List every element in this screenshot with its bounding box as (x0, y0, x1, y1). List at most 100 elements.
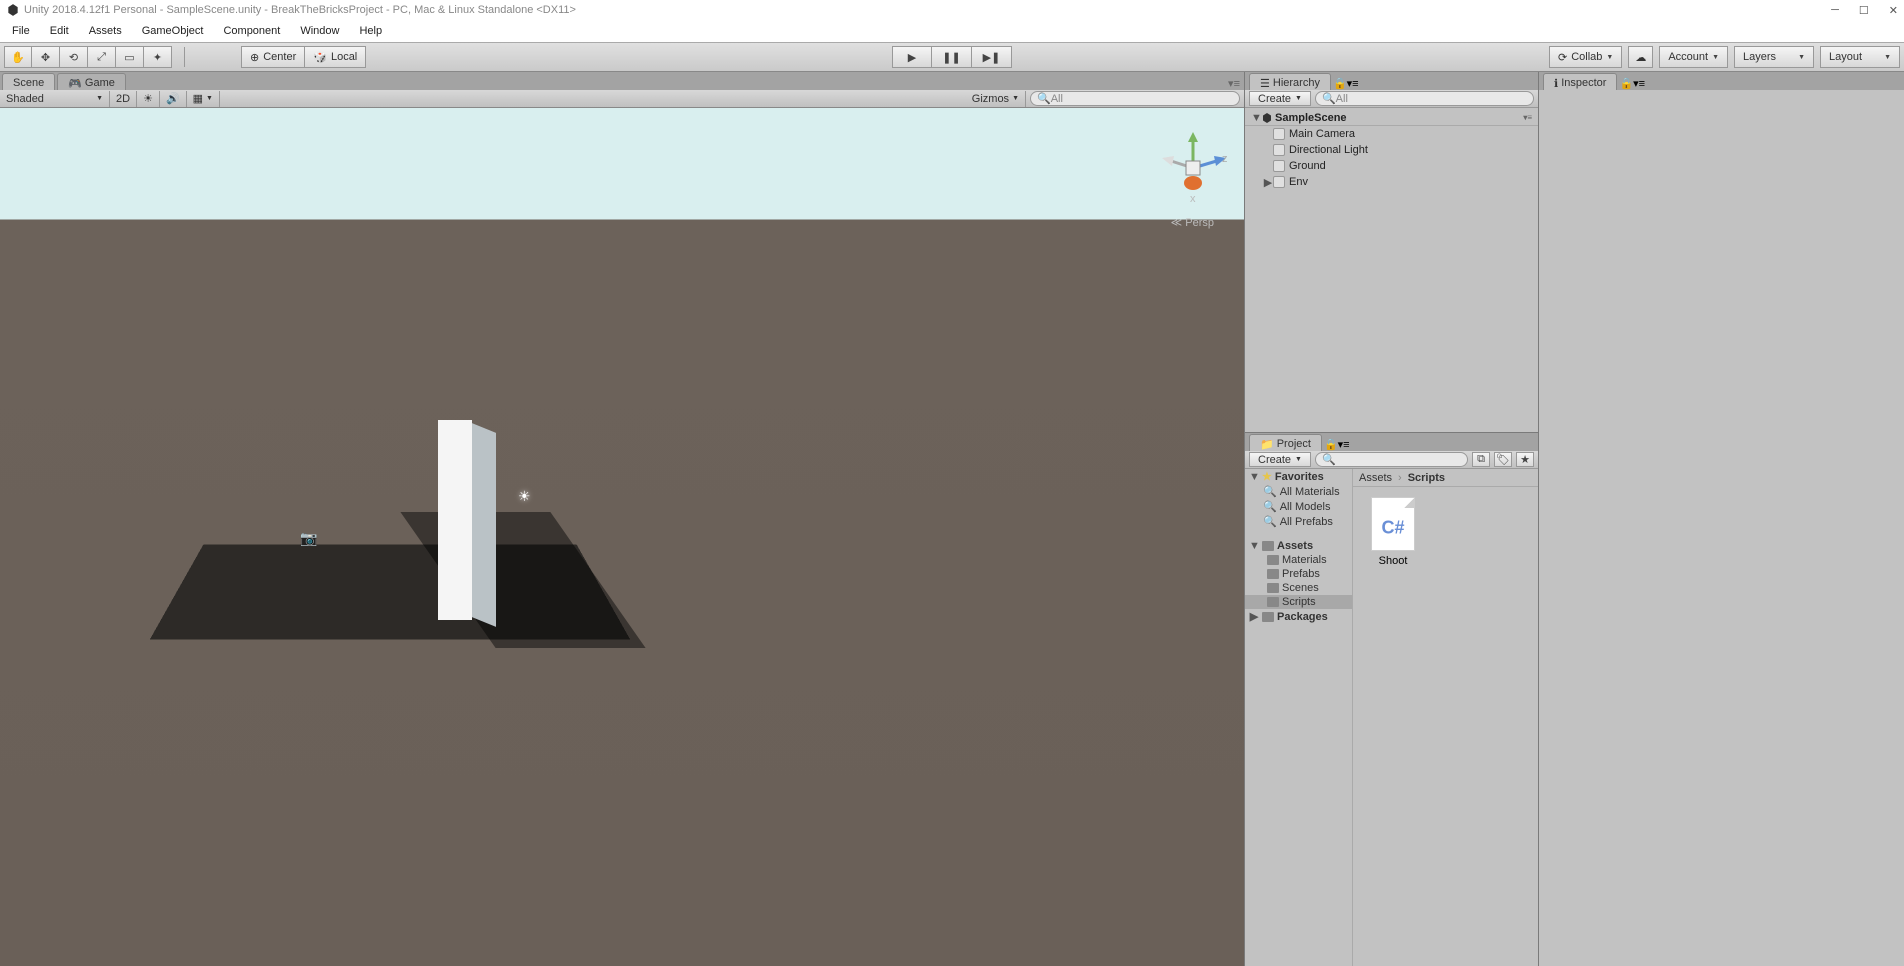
hierarchy-create-dropdown[interactable]: Create▼ (1249, 91, 1311, 106)
favorites-header[interactable]: ▼★Favorites (1245, 469, 1352, 484)
assets-header[interactable]: ▼Assets (1245, 539, 1352, 553)
scale-tool-button[interactable]: ⤢ (88, 46, 116, 68)
panel-lock-icon[interactable]: 🔒 (1333, 78, 1347, 90)
asset-label: Shoot (1363, 555, 1423, 567)
scene-menu-icon[interactable]: ▾≡ (1523, 113, 1532, 122)
packages-header[interactable]: ▶Packages (1245, 609, 1352, 624)
favorite-item[interactable]: 🔍All Materials (1245, 484, 1352, 499)
account-dropdown[interactable]: Account▼ (1659, 46, 1728, 68)
tab-game[interactable]: 🎮Game (57, 73, 126, 90)
foldout-icon[interactable]: ▶ (1263, 176, 1273, 189)
project-filter-icon[interactable]: ⧉ (1472, 452, 1490, 467)
search-icon: 🔍 (1263, 500, 1277, 513)
project-tree: ▼★Favorites 🔍All Materials 🔍All Models 🔍… (1245, 469, 1353, 966)
folder-icon (1262, 612, 1274, 622)
move-tool-button[interactable]: ✥ (32, 46, 60, 68)
scene-search-input[interactable]: 🔍All (1030, 91, 1240, 106)
svg-text:z: z (1222, 153, 1228, 165)
orientation-gizmo[interactable]: z x (1158, 128, 1228, 218)
project-create-dropdown[interactable]: Create▼ (1249, 452, 1311, 467)
collab-icon: ⟳ (1558, 51, 1567, 64)
folder-item-selected[interactable]: Scripts (1245, 595, 1352, 609)
hierarchy-item[interactable]: Ground (1245, 158, 1538, 174)
menu-assets[interactable]: Assets (79, 23, 132, 39)
hierarchy-item[interactable]: Main Camera (1245, 126, 1538, 142)
tab-options-icon[interactable]: ▾≡ (1228, 77, 1240, 90)
project-search-input[interactable]: 🔍 (1315, 452, 1468, 467)
main-toolbar: ✋ ✥ ⟲ ⤢ ▭ ✦ ⊕Center 🎲Local ▶ ❚❚ ▶❚ ⟳Coll… (0, 42, 1904, 72)
menu-edit[interactable]: Edit (40, 23, 79, 39)
rotate-tool-button[interactable]: ⟲ (60, 46, 88, 68)
hierarchy-search-input[interactable]: 🔍All (1315, 91, 1534, 106)
project-star-icon[interactable]: ★ (1516, 452, 1534, 467)
menu-component[interactable]: Component (213, 23, 290, 39)
foldout-icon[interactable]: ▼ (1251, 112, 1261, 124)
toggle-fx[interactable]: ▦▼ (187, 91, 220, 107)
menu-file[interactable]: File (2, 23, 40, 39)
panel-options-icon[interactable]: ▾≡ (1347, 78, 1359, 90)
folder-icon (1267, 583, 1279, 593)
asset-item[interactable]: Shoot (1363, 497, 1423, 567)
toggle-2d[interactable]: 2D (110, 91, 137, 107)
hierarchy-item[interactable]: Directional Light (1245, 142, 1538, 158)
titlebar: Unity 2018.4.12f1 Personal - SampleScene… (0, 0, 1904, 20)
window-minimize-icon[interactable]: ─ (1831, 4, 1839, 17)
toggle-lighting[interactable]: ☀ (137, 91, 160, 107)
toggle-audio[interactable]: 🔊 (160, 91, 187, 107)
shading-dropdown[interactable]: Shaded▼ (0, 91, 110, 107)
cloud-button[interactable]: ☁ (1628, 46, 1653, 68)
local-icon: 🎲 (313, 51, 327, 64)
tab-project[interactable]: 📁Project (1249, 434, 1322, 451)
unity-logo-icon (6, 3, 20, 17)
play-button[interactable]: ▶ (892, 46, 932, 68)
camera-gizmo-icon[interactable]: 📷 (300, 530, 317, 547)
window-maximize-icon[interactable]: ☐ (1859, 4, 1869, 17)
panel-options-icon[interactable]: ▾≡ (1633, 78, 1645, 90)
favorite-item[interactable]: 🔍All Prefabs (1245, 514, 1352, 529)
folder-item[interactable]: Scenes (1245, 581, 1352, 595)
tab-scene[interactable]: Scene (2, 73, 55, 90)
fx-icon: ▦ (193, 92, 203, 105)
rect-tool-button[interactable]: ▭ (116, 46, 144, 68)
hierarchy-item[interactable]: ▶Env (1245, 174, 1538, 190)
scene-viewport[interactable]: 📷 ☀ z x ≪ Persp (0, 108, 1244, 966)
transform-tool-button[interactable]: ✦ (144, 46, 172, 68)
tab-hierarchy[interactable]: ☰Hierarchy (1249, 73, 1331, 90)
window-close-icon[interactable]: ✕ (1889, 4, 1898, 17)
menu-gameobject[interactable]: GameObject (132, 23, 214, 39)
step-button[interactable]: ▶❚ (972, 46, 1012, 68)
folder-icon (1267, 555, 1279, 565)
light-gizmo-icon[interactable]: ☀ (518, 488, 531, 505)
gizmos-dropdown[interactable]: Gizmos▼ (966, 91, 1026, 107)
pivot-center-button[interactable]: ⊕Center (241, 46, 305, 68)
menu-help[interactable]: Help (349, 23, 392, 39)
light-icon: ☀ (143, 92, 153, 105)
perspective-label[interactable]: ≪ Persp (1171, 216, 1214, 229)
folder-item[interactable]: Prefabs (1245, 567, 1352, 581)
toolbar-separator (184, 47, 185, 67)
hierarchy-list: ▼ SampleScene ▾≡ Main Camera Directional… (1245, 108, 1538, 432)
pause-button[interactable]: ❚❚ (932, 46, 972, 68)
hand-tool-button[interactable]: ✋ (4, 46, 32, 68)
center-icon: ⊕ (250, 51, 259, 64)
panel-options-icon[interactable]: ▾≡ (1338, 439, 1350, 451)
tab-inspector[interactable]: ℹInspector (1543, 73, 1617, 90)
breadcrumb-item[interactable]: Assets (1359, 472, 1392, 484)
menu-window[interactable]: Window (290, 23, 349, 39)
hierarchy-scene-row[interactable]: ▼ SampleScene ▾≡ (1245, 110, 1538, 126)
panel-lock-icon[interactable]: 🔒 (1324, 439, 1338, 451)
star-icon: ★ (1262, 470, 1272, 483)
collab-dropdown[interactable]: ⟳Collab▼ (1549, 46, 1622, 68)
folder-item[interactable]: Materials (1245, 553, 1352, 567)
search-icon: 🔍 (1263, 485, 1277, 498)
pivot-local-button[interactable]: 🎲Local (305, 46, 366, 68)
layout-dropdown[interactable]: Layout▼ (1820, 46, 1900, 68)
breadcrumb-item[interactable]: Scripts (1408, 472, 1445, 484)
layers-dropdown[interactable]: Layers▼ (1734, 46, 1814, 68)
project-label-icon[interactable]: 🏷 (1494, 452, 1512, 467)
gameobject-icon (1273, 144, 1285, 156)
favorite-item[interactable]: 🔍All Models (1245, 499, 1352, 514)
scene-wall-front (438, 420, 472, 620)
folder-icon (1267, 569, 1279, 579)
panel-lock-icon[interactable]: 🔒 (1619, 78, 1633, 90)
